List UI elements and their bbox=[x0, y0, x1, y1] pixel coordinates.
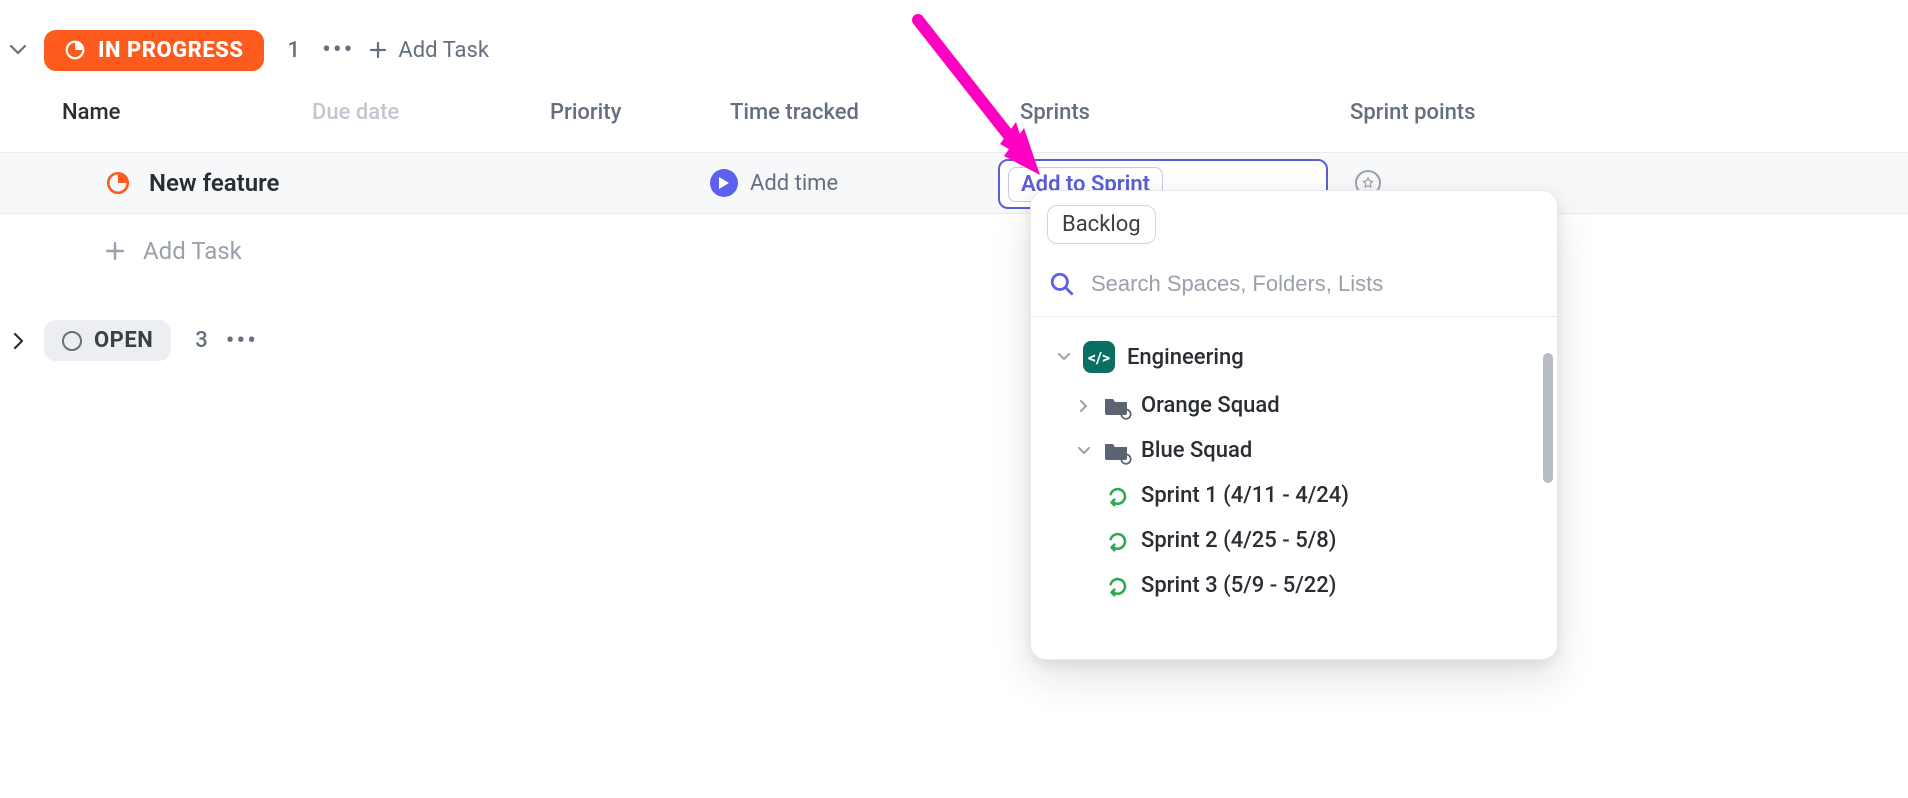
collapse-caret-icon[interactable] bbox=[10, 42, 26, 58]
caret-right-icon bbox=[1077, 400, 1091, 412]
folder-label: Blue Squad bbox=[1141, 438, 1252, 463]
status-pill-in-progress[interactable]: IN PROGRESS bbox=[44, 30, 264, 71]
sprint-icon bbox=[1107, 575, 1129, 597]
task-row[interactable]: New feature Add time Add to Sprint bbox=[0, 152, 1908, 214]
add-task-label: Add Task bbox=[398, 38, 489, 63]
sprint-row-3[interactable]: Sprint 3 (5/9 - 5/22) bbox=[1051, 563, 1537, 608]
caret-down-icon bbox=[1057, 353, 1071, 361]
group-count: 3 bbox=[195, 328, 208, 353]
task-title: New feature bbox=[149, 169, 279, 197]
backlog-chip[interactable]: Backlog bbox=[1047, 205, 1156, 244]
add-time-label: Add time bbox=[750, 171, 838, 196]
col-name[interactable]: Name bbox=[62, 100, 120, 125]
folder-row-orange-squad[interactable]: Orange Squad bbox=[1051, 383, 1537, 428]
group-count: 1 bbox=[288, 38, 301, 63]
add-time-button[interactable]: Add time bbox=[710, 153, 838, 213]
status-circle-icon bbox=[105, 170, 131, 196]
sprint-folder-icon bbox=[1103, 440, 1129, 462]
sprint-label: Sprint 1 (4/11 - 4/24) bbox=[1141, 483, 1349, 508]
col-time-tracked[interactable]: Time tracked bbox=[730, 100, 859, 125]
status-pill-open[interactable]: OPEN bbox=[44, 320, 171, 361]
search-icon bbox=[1049, 271, 1075, 297]
col-sprints[interactable]: Sprints bbox=[1020, 100, 1090, 125]
sprint-label: Sprint 2 (4/25 - 5/8) bbox=[1141, 528, 1337, 553]
scrollbar[interactable] bbox=[1543, 353, 1553, 483]
sprint-label: Sprint 3 (5/9 - 5/22) bbox=[1141, 573, 1337, 598]
open-circle-icon bbox=[62, 331, 82, 351]
status-label: IN PROGRESS bbox=[98, 38, 244, 63]
sprint-row-1[interactable]: Sprint 1 (4/11 - 4/24) bbox=[1051, 473, 1537, 518]
sprint-folder-icon bbox=[1103, 395, 1129, 417]
location-tree: </> Engineering Orange Squad bbox=[1047, 317, 1541, 608]
space-icon: </> bbox=[1083, 341, 1115, 373]
task-title-cell[interactable]: New feature bbox=[105, 153, 279, 213]
space-row-engineering[interactable]: </> Engineering bbox=[1051, 331, 1537, 383]
more-icon[interactable]: ••• bbox=[226, 326, 258, 356]
caret-down-icon bbox=[1077, 447, 1091, 455]
search-row bbox=[1047, 244, 1541, 316]
status-label: OPEN bbox=[94, 328, 153, 353]
sprint-row-2[interactable]: Sprint 2 (4/25 - 5/8) bbox=[1051, 518, 1537, 563]
add-task-row[interactable]: Add Task bbox=[105, 226, 242, 276]
plus-icon bbox=[105, 241, 125, 261]
folder-label: Orange Squad bbox=[1141, 393, 1280, 418]
plus-icon bbox=[368, 40, 388, 60]
folder-row-blue-squad[interactable]: Blue Squad bbox=[1051, 428, 1537, 473]
col-sprint-points[interactable]: Sprint points bbox=[1350, 100, 1475, 125]
group-header-in-progress: IN PROGRESS 1 ••• Add Task bbox=[10, 20, 489, 80]
sprint-icon bbox=[1107, 530, 1129, 552]
column-headers: Name Due date Priority Time tracked Spri… bbox=[0, 100, 1908, 152]
col-priority[interactable]: Priority bbox=[550, 100, 621, 125]
group-header-open: OPEN 3 ••• bbox=[10, 320, 258, 361]
more-icon[interactable]: ••• bbox=[322, 35, 354, 65]
add-task-label: Add Task bbox=[143, 237, 242, 265]
expand-caret-icon[interactable] bbox=[10, 333, 26, 349]
add-task-button[interactable]: Add Task bbox=[368, 38, 489, 63]
sprint-picker-popover: Backlog </> Engineering bbox=[1030, 190, 1558, 660]
play-icon bbox=[710, 169, 738, 197]
search-input[interactable] bbox=[1089, 270, 1539, 298]
clock-icon bbox=[64, 39, 86, 61]
space-label: Engineering bbox=[1127, 345, 1244, 370]
sprint-icon bbox=[1107, 485, 1129, 507]
group-actions: ••• Add Task bbox=[322, 35, 489, 65]
col-due-date[interactable]: Due date bbox=[312, 100, 399, 125]
